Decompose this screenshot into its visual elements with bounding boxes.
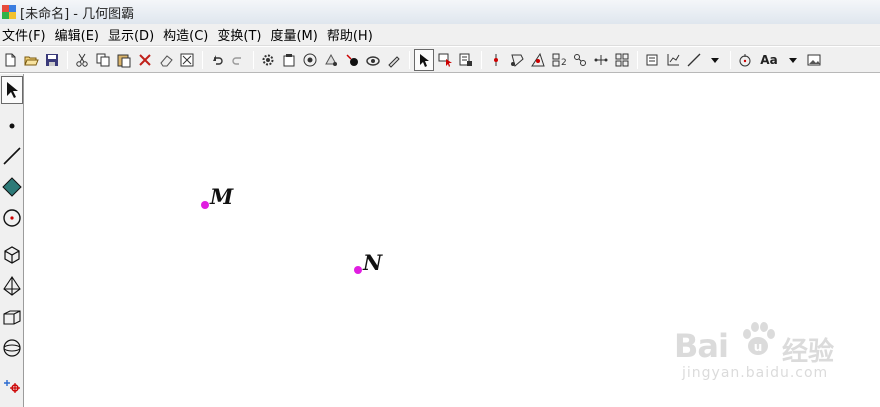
open-folder-icon[interactable] bbox=[21, 49, 41, 71]
copy-icon[interactable] bbox=[93, 49, 113, 71]
eraser-icon[interactable] bbox=[156, 49, 176, 71]
intersection-icon[interactable] bbox=[507, 49, 527, 71]
text-icon[interactable] bbox=[456, 49, 476, 71]
watermark-url: jingyan.baidu.com bbox=[682, 365, 829, 381]
toolbar-separator bbox=[409, 50, 410, 69]
point-tool-icon bbox=[9, 123, 15, 129]
properties-icon[interactable] bbox=[279, 49, 299, 71]
menu-construct[interactable]: 构造(C) bbox=[161, 25, 215, 44]
redo-icon[interactable] bbox=[228, 49, 248, 71]
parallel-icon[interactable] bbox=[591, 49, 611, 71]
point-tool[interactable] bbox=[1, 112, 23, 140]
select-label-icon[interactable] bbox=[435, 49, 455, 71]
toolbar-separator bbox=[67, 50, 68, 69]
text-style-label: Aa bbox=[760, 52, 778, 67]
undo-icon[interactable] bbox=[207, 49, 227, 71]
circle-tool[interactable] bbox=[1, 204, 23, 232]
custom-tool[interactable] bbox=[1, 371, 23, 399]
toolbar-separator bbox=[730, 50, 731, 69]
baidu-jingyan-watermark: Bai u 经验 jingyan.baidu.com bbox=[674, 319, 844, 389]
sphere-tool[interactable] bbox=[1, 334, 23, 362]
svg-text:2: 2 bbox=[561, 58, 567, 68]
hide-icon[interactable] bbox=[177, 49, 197, 71]
sphere-tool-icon bbox=[3, 339, 21, 357]
menu-help[interactable]: 帮助(H) bbox=[325, 25, 380, 44]
pyramid-tool-icon bbox=[3, 276, 21, 296]
prism-tool-icon bbox=[3, 310, 21, 325]
brush-icon[interactable] bbox=[384, 49, 404, 71]
custom-tool-icon bbox=[4, 380, 20, 393]
sketch-canvas[interactable]: M N Bai u 经验 jingyan.baidu.com bbox=[25, 74, 880, 407]
polygon-tool-icon bbox=[2, 177, 22, 197]
line-tool-icon[interactable] bbox=[684, 49, 704, 71]
toolbar-separator bbox=[637, 50, 638, 69]
circle-tool-icon bbox=[3, 209, 21, 227]
polygon-tool[interactable] bbox=[1, 173, 23, 201]
cube-tool[interactable] bbox=[1, 241, 23, 269]
title-bar[interactable]: [未命名] - 几何图霸 bbox=[0, 0, 880, 24]
circle-center-icon[interactable] bbox=[735, 49, 755, 71]
svg-text:u: u bbox=[754, 340, 763, 354]
trace-icon[interactable] bbox=[363, 49, 383, 71]
pyramid-tool[interactable] bbox=[1, 272, 23, 300]
new-file-icon[interactable] bbox=[0, 49, 20, 71]
segment-icon[interactable]: 2 bbox=[549, 49, 569, 71]
prism-tool[interactable] bbox=[1, 303, 23, 331]
text-style-dropdown-icon[interactable] bbox=[783, 49, 803, 71]
menu-file[interactable]: 文件(F) bbox=[0, 25, 53, 44]
grid-icon[interactable] bbox=[612, 49, 632, 71]
paste-icon[interactable] bbox=[114, 49, 134, 71]
axes-icon[interactable] bbox=[663, 49, 683, 71]
cube-tool-icon bbox=[4, 246, 20, 264]
menu-bar: 文件(F) 编辑(E) 显示(D) 构造(C) 变换(T) 度量(M) 帮助(H… bbox=[0, 24, 880, 46]
watermark-jingyan-text: 经验 bbox=[782, 337, 835, 367]
cut-icon[interactable] bbox=[72, 49, 92, 71]
color-icon[interactable] bbox=[321, 49, 341, 71]
toolbar-separator bbox=[253, 50, 254, 69]
main-toolbar: 2 Aa bbox=[0, 47, 880, 73]
perpendicular-icon[interactable] bbox=[570, 49, 590, 71]
midpoint-icon[interactable] bbox=[528, 49, 548, 71]
menu-display[interactable]: 显示(D) bbox=[106, 25, 161, 44]
menu-measure[interactable]: 度量(M) bbox=[268, 25, 324, 44]
window-title: [未命名] - 几何图霸 bbox=[20, 6, 135, 22]
select-arrow-icon bbox=[7, 82, 18, 98]
select-arrow-tool[interactable] bbox=[1, 76, 23, 104]
gear-icon[interactable] bbox=[258, 49, 278, 71]
save-icon[interactable] bbox=[42, 49, 62, 71]
frame-icon[interactable] bbox=[642, 49, 662, 71]
segment-tool-icon bbox=[3, 147, 21, 165]
baidu-paw-icon: u bbox=[743, 322, 775, 355]
point-m[interactable] bbox=[201, 201, 209, 209]
menu-transform[interactable]: 变换(T) bbox=[215, 25, 268, 44]
point-n-label[interactable]: N bbox=[363, 250, 382, 275]
toolbar-separator bbox=[202, 50, 203, 69]
menu-edit[interactable]: 编辑(E) bbox=[53, 25, 106, 44]
tool-palette bbox=[0, 74, 24, 407]
app-logo-icon bbox=[2, 5, 16, 19]
app-window: [未命名] - 几何图霸 文件(F) 编辑(E) 显示(D) 构造(C) 变换(… bbox=[0, 0, 880, 407]
segment-tool[interactable] bbox=[1, 142, 23, 170]
animate-icon[interactable] bbox=[300, 49, 320, 71]
image-icon[interactable] bbox=[804, 49, 824, 71]
point-icon[interactable] bbox=[342, 49, 362, 71]
text-style-icon[interactable]: Aa bbox=[756, 49, 782, 71]
point-n[interactable] bbox=[354, 266, 362, 274]
dropdown-icon[interactable] bbox=[705, 49, 725, 71]
point-on-object-icon[interactable] bbox=[486, 49, 506, 71]
point-m-label[interactable]: M bbox=[210, 184, 233, 209]
watermark-logo-text: Bai bbox=[674, 327, 729, 365]
select-arrow-icon[interactable] bbox=[414, 48, 434, 71]
toolbar-separator bbox=[481, 50, 482, 69]
delete-icon[interactable] bbox=[135, 49, 155, 71]
